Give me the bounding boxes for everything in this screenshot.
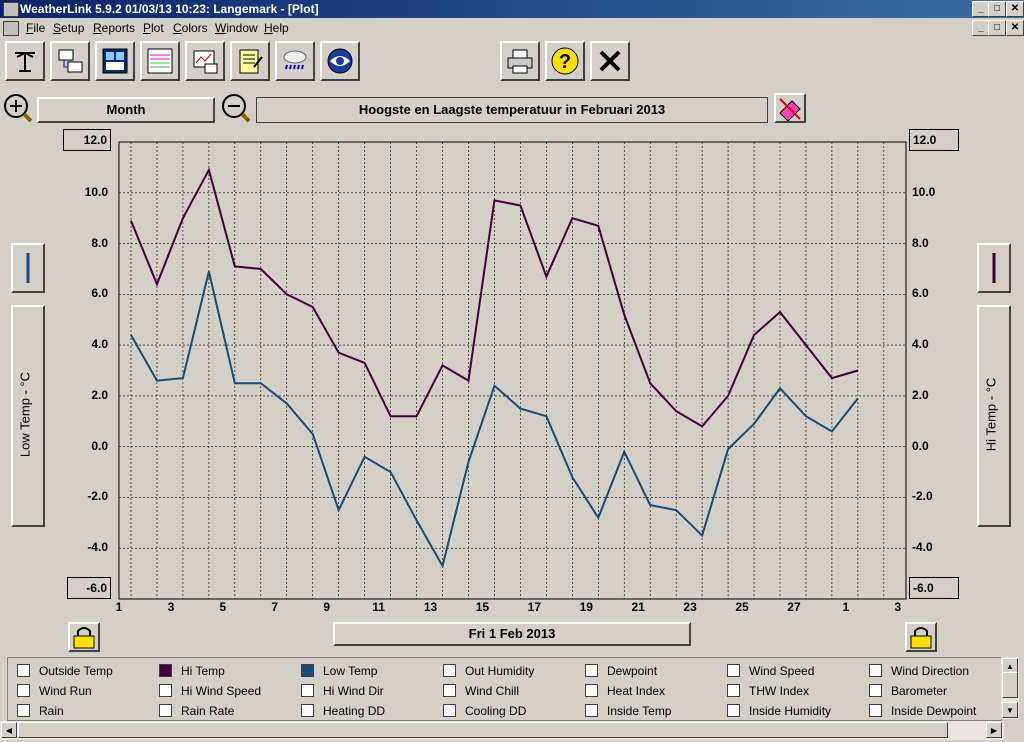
legend-checkbox[interactable] bbox=[159, 684, 172, 697]
legend-label: Inside Humidity bbox=[749, 704, 832, 718]
legend-item-hi-temp[interactable]: Hi Temp bbox=[159, 664, 225, 678]
x-tick-label: 27 bbox=[787, 600, 801, 614]
legend-checkbox[interactable] bbox=[159, 704, 172, 717]
legend-label: Wind Chill bbox=[465, 684, 520, 698]
plot-frame bbox=[118, 141, 907, 600]
legend-checkbox[interactable] bbox=[301, 664, 314, 677]
legend-item-hi-wind-speed[interactable]: Hi Wind Speed bbox=[159, 684, 261, 698]
legend-label: Outside Temp bbox=[39, 664, 113, 678]
legend-checkbox[interactable] bbox=[727, 684, 740, 697]
legend-item-heating-dd[interactable]: Heating DD bbox=[301, 704, 385, 718]
legend-checkbox[interactable] bbox=[585, 664, 598, 677]
x-tick-label: 5 bbox=[219, 600, 227, 614]
x-tick-label: 1 bbox=[842, 600, 850, 614]
legend-checkbox[interactable] bbox=[443, 704, 456, 717]
legend-checkbox[interactable] bbox=[585, 684, 598, 697]
x-tick-label: 1 bbox=[115, 600, 123, 614]
scroll-h-thumb[interactable] bbox=[18, 722, 948, 738]
scroll-right-button[interactable]: ▶ bbox=[986, 722, 1002, 738]
legend-panel: Outside Temp Hi Temp Low Temp Out Humidity D… bbox=[7, 657, 1002, 721]
legend-checkbox[interactable] bbox=[301, 704, 314, 717]
legend-item-rain[interactable]: Rain bbox=[17, 704, 64, 718]
legend-item-out-humidity[interactable]: Out Humidity bbox=[443, 664, 534, 678]
right-lock-button[interactable] bbox=[905, 622, 937, 652]
legend-checkbox[interactable] bbox=[869, 704, 882, 717]
legend-item-wind-run[interactable]: Wind Run bbox=[17, 684, 92, 698]
legend-label: Low Temp bbox=[323, 664, 378, 678]
x-tick-label: 9 bbox=[323, 600, 331, 614]
x-tick-label: 21 bbox=[631, 600, 645, 614]
scroll-left-button[interactable]: ◀ bbox=[1, 722, 17, 738]
legend-checkbox[interactable] bbox=[869, 664, 882, 677]
legend-item-wind-speed[interactable]: Wind Speed bbox=[727, 664, 814, 678]
legend-checkbox[interactable] bbox=[159, 664, 172, 677]
x-tick-label: 7 bbox=[271, 600, 279, 614]
x-tick-label: 23 bbox=[683, 600, 697, 614]
x-tick-label: 19 bbox=[579, 600, 593, 614]
legend-checkbox[interactable] bbox=[443, 684, 456, 697]
legend-label: Heat Index bbox=[607, 684, 666, 698]
legend-item-thw-index[interactable]: THW Index bbox=[727, 684, 809, 698]
x-tick-label: 13 bbox=[423, 600, 438, 614]
legend-item-wind-direction[interactable]: Wind Direction bbox=[869, 664, 969, 678]
legend-label: Barometer bbox=[891, 684, 948, 698]
legend-checkbox[interactable] bbox=[727, 664, 740, 677]
x-tick-label: 11 bbox=[372, 600, 385, 614]
legend-checkbox[interactable] bbox=[301, 684, 314, 697]
legend-label: Dewpoint bbox=[607, 664, 658, 678]
legend-label: Inside Dewpoint bbox=[891, 704, 977, 718]
legend-item-inside-temp[interactable]: Inside Temp bbox=[585, 704, 671, 718]
legend-item-inside-dewpoint[interactable]: Inside Dewpoint bbox=[869, 704, 976, 718]
legend-checkbox[interactable] bbox=[585, 704, 598, 717]
legend-label: Inside Temp bbox=[607, 704, 672, 718]
legend-label: Rain bbox=[39, 704, 64, 718]
legend-item-barometer[interactable]: Barometer bbox=[869, 684, 947, 698]
legend-label: Wind Speed bbox=[749, 664, 815, 678]
legend-checkbox[interactable] bbox=[17, 704, 30, 717]
legend-item-wind-chill[interactable]: Wind Chill bbox=[443, 684, 519, 698]
scroll-down-button[interactable]: ▼ bbox=[1002, 702, 1018, 718]
legend-label: Wind Direction bbox=[891, 664, 970, 678]
legend-item-dewpoint[interactable]: Dewpoint bbox=[585, 664, 657, 678]
legend-label: Cooling DD bbox=[465, 704, 527, 718]
legend-label: Hi Wind Dir bbox=[323, 684, 384, 698]
legend-item-inside-humidity[interactable]: Inside Humidity bbox=[727, 704, 831, 718]
lock-icon bbox=[73, 627, 95, 649]
legend-label: Wind Run bbox=[39, 684, 92, 698]
legend-checkbox[interactable] bbox=[869, 684, 882, 697]
scroll-thumb[interactable] bbox=[1002, 672, 1018, 698]
legend-checkbox[interactable] bbox=[17, 684, 30, 697]
legend-label: Heating DD bbox=[323, 704, 386, 718]
legend-scrollbar[interactable]: ▲ ▼ bbox=[1001, 657, 1019, 719]
legend-label: Out Humidity bbox=[465, 664, 535, 678]
legend-checkbox[interactable] bbox=[727, 704, 740, 717]
horizontal-scrollbar[interactable]: ◀ ▶ bbox=[0, 721, 1004, 740]
x-tick-label: 15 bbox=[475, 600, 490, 614]
legend-item-outside-temp[interactable]: Outside Temp bbox=[17, 664, 113, 678]
legend-checkbox[interactable] bbox=[17, 664, 30, 677]
lock-icon bbox=[910, 627, 932, 649]
x-tick-label: 25 bbox=[735, 600, 749, 614]
legend-label: Hi Wind Speed bbox=[181, 684, 262, 698]
left-lock-button[interactable] bbox=[68, 622, 100, 652]
legend-item-heat-index[interactable]: Heat Index bbox=[585, 684, 665, 698]
legend-item-hi-wind-dir[interactable]: Hi Wind Dir bbox=[301, 684, 384, 698]
x-tick-label: 3 bbox=[894, 600, 902, 614]
legend-checkbox[interactable] bbox=[443, 664, 456, 677]
legend-label: THW Index bbox=[749, 684, 810, 698]
x-tick-label: 17 bbox=[527, 600, 542, 614]
date-selector[interactable]: Fri 1 Feb 2013 bbox=[333, 622, 691, 646]
legend-item-rain-rate[interactable]: Rain Rate bbox=[159, 704, 234, 718]
legend-item-cooling-dd[interactable]: Cooling DD bbox=[443, 704, 526, 718]
x-tick-label: 3 bbox=[167, 600, 175, 614]
legend-label: Rain Rate bbox=[181, 704, 235, 718]
legend-label: Hi Temp bbox=[181, 664, 225, 678]
legend-item-low-temp[interactable]: Low Temp bbox=[301, 664, 377, 678]
